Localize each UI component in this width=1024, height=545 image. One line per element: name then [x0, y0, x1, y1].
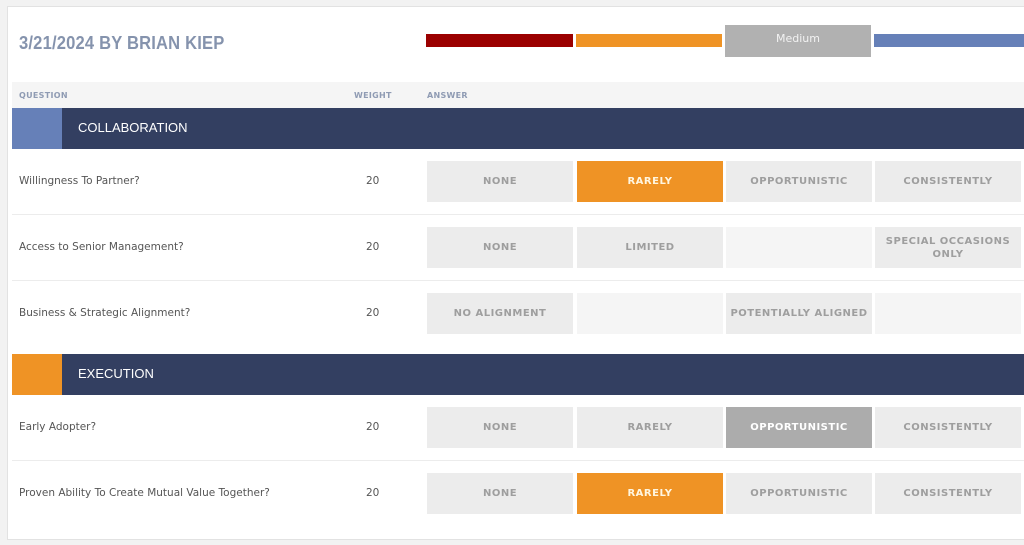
answer-option[interactable]: OPPORTUNISTIC [726, 161, 872, 202]
answer-option[interactable]: CONSISTENTLY [875, 407, 1021, 448]
page-title: 3/21/2024 BY BRIAN KIEP [19, 33, 225, 53]
table-header: QUESTION WEIGHT ANSWER [12, 82, 1024, 108]
question-weight: 20 [366, 241, 380, 253]
question-weight: 20 [366, 487, 380, 499]
question-row: Proven Ability To Create Mutual Value To… [12, 461, 1024, 527]
column-header-answer: ANSWER [427, 91, 468, 100]
section-title: COLLABORATION [78, 120, 188, 135]
answer-option-selected[interactable]: RARELY [577, 161, 723, 202]
answer-option[interactable]: NONE [427, 473, 573, 514]
answer-option[interactable]: NONE [427, 407, 573, 448]
question-text: Willingness To Partner? [19, 175, 140, 187]
answer-option[interactable]: SPECIAL OCCASIONS ONLY [875, 227, 1021, 268]
legend-segment-high [874, 34, 1024, 47]
answer-option[interactable]: LIMITED [577, 227, 723, 268]
question-weight: 20 [366, 307, 380, 319]
legend-segment-low [426, 34, 573, 47]
answer-option[interactable]: OPPORTUNISTIC [726, 473, 872, 514]
answer-option[interactable]: NONE [427, 227, 573, 268]
question-text: Proven Ability To Create Mutual Value To… [19, 487, 270, 499]
question-row: Business & Strategic Alignment? 20 NO AL… [12, 281, 1024, 347]
answer-option[interactable]: CONSISTENTLY [875, 161, 1021, 202]
question-weight: 20 [366, 421, 380, 433]
question-row: Access to Senior Management? 20 NONE LIM… [12, 215, 1024, 281]
section-header-execution: EXECUTION [12, 354, 1024, 395]
answer-option[interactable]: NONE [427, 161, 573, 202]
section-title: EXECUTION [78, 366, 154, 381]
question-row: Willingness To Partner? 20 NONE RARELY O… [12, 149, 1024, 215]
legend-segment-medium: Medium [725, 25, 871, 57]
column-header-weight: WEIGHT [354, 91, 392, 100]
answer-option-selected[interactable]: OPPORTUNISTIC [726, 407, 872, 448]
section-accent [12, 108, 62, 149]
legend-segment-medium-low [576, 34, 722, 47]
section-header-collaboration: COLLABORATION [12, 108, 1024, 149]
answer-option[interactable]: NO ALIGNMENT [427, 293, 573, 334]
answer-option[interactable]: CONSISTENTLY [875, 473, 1021, 514]
answer-option-empty[interactable] [726, 227, 872, 268]
question-row: Early Adopter? 20 NONE RARELY OPPORTUNIS… [12, 395, 1024, 461]
answer-option[interactable]: POTENTIALLY ALIGNED [726, 293, 872, 334]
answer-option[interactable]: RARELY [577, 407, 723, 448]
column-header-question: QUESTION [19, 91, 68, 100]
section-accent [12, 354, 62, 395]
question-text: Early Adopter? [19, 421, 97, 433]
question-text: Business & Strategic Alignment? [19, 307, 191, 319]
answer-option-selected[interactable]: RARELY [577, 473, 723, 514]
question-text: Access to Senior Management? [19, 241, 184, 253]
answer-option-empty[interactable] [577, 293, 723, 334]
question-weight: 20 [366, 175, 380, 187]
answer-option-empty[interactable] [875, 293, 1021, 334]
